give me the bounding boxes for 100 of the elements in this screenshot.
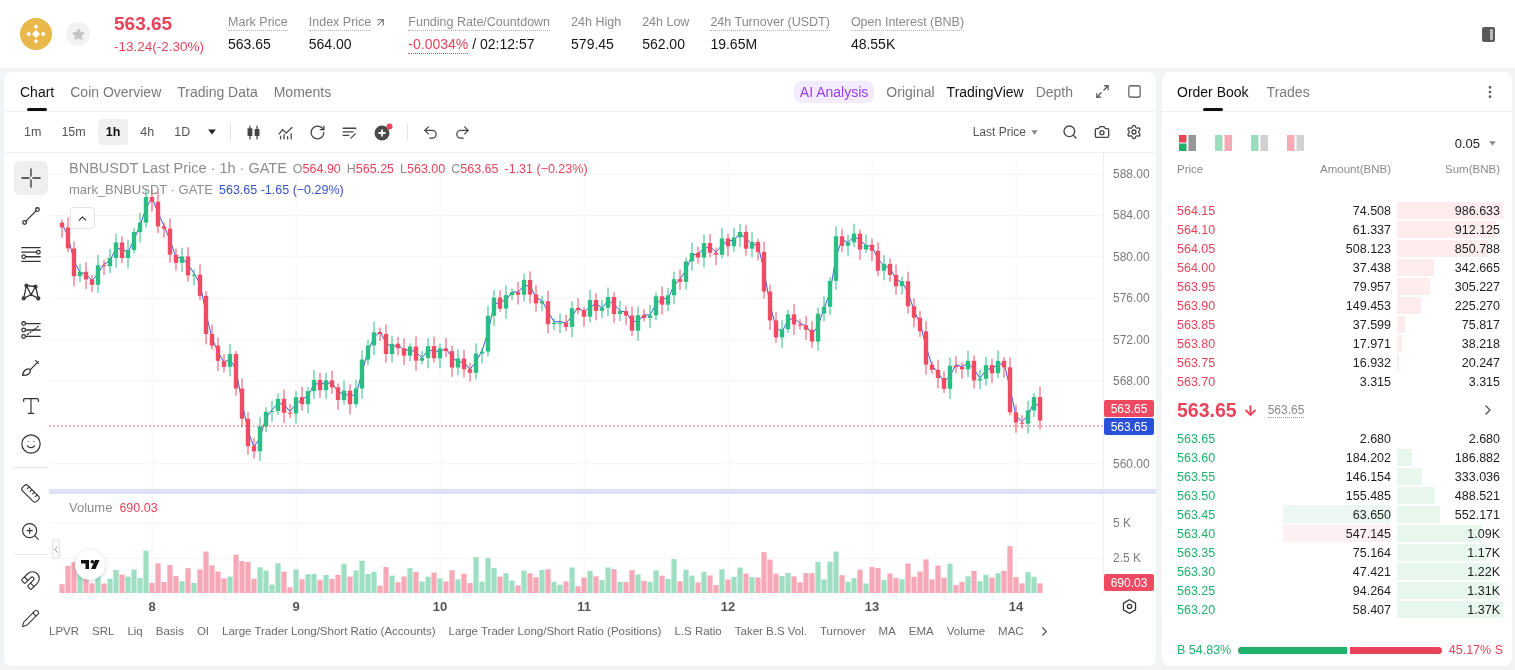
- sum-value: 1.09K: [1467, 526, 1500, 541]
- view-tab[interactable]: TradingView: [946, 83, 1024, 100]
- stat-label[interactable]: Index Price: [308, 14, 372, 31]
- ohlc-value: H565.25: [346, 162, 395, 176]
- bid-price: 563.35: [1177, 545, 1217, 560]
- sum-value: 1.31K: [1467, 583, 1500, 598]
- sum-value: 1.22K: [1467, 564, 1500, 579]
- amount-value: 94.264: [1352, 583, 1391, 598]
- indicator-link[interactable]: Liq: [127, 625, 143, 637]
- chart-tab[interactable]: Chart: [20, 72, 55, 112]
- indicator-link[interactable]: SRL: [92, 625, 115, 637]
- view-tab[interactable]: Original: [886, 83, 935, 100]
- refresh-icon[interactable]: [309, 123, 327, 141]
- buy-ratio: B 54.83%: [1177, 643, 1232, 657]
- stat-label[interactable]: Mark Price: [228, 14, 288, 31]
- order-book-tab[interactable]: Trades: [1266, 72, 1310, 112]
- indicator-link[interactable]: L.S Ratio: [674, 625, 722, 637]
- add-circle-icon[interactable]: [373, 123, 394, 141]
- ai-analysis-tab[interactable]: AI Analysis: [793, 80, 875, 103]
- volume-label: Volume: [69, 500, 113, 515]
- fib-lines-icon: [19, 319, 42, 341]
- indicator-link[interactable]: MAC: [998, 625, 1024, 637]
- indicator-link[interactable]: LPVR: [49, 625, 80, 637]
- ruler-icon: [20, 482, 41, 504]
- bid-price: 563.55: [1177, 469, 1217, 484]
- stat-label[interactable]: Funding Rate/Countdown: [408, 14, 551, 31]
- symbol-title: BNBUSDT Last Price · 1h · GATE: [69, 160, 287, 176]
- chart-tab[interactable]: Trading Data: [177, 72, 258, 112]
- bid-price: 563.50: [1177, 488, 1217, 503]
- stacked-layout-icon[interactable]: [1179, 135, 1196, 151]
- column-header: Sum(BNB): [1445, 163, 1501, 175]
- mid-price: 563.65: [1177, 398, 1237, 422]
- bid-price: 563.25: [1177, 583, 1217, 598]
- interval-tab[interactable]: 1h: [97, 119, 129, 145]
- chart-tab[interactable]: Moments: [273, 72, 332, 112]
- expand-icon[interactable]: [1095, 84, 1110, 99]
- sum-value: 2.680: [1468, 431, 1500, 446]
- interval-tab[interactable]: 1D: [166, 119, 199, 145]
- indicator-link[interactable]: EMA: [908, 625, 934, 637]
- volume-axis-label: 2.5 K: [1113, 551, 1142, 565]
- indicator-link[interactable]: MA: [878, 625, 896, 637]
- amount-value: 75.164: [1352, 545, 1391, 560]
- sum-value: 38.218: [1461, 336, 1500, 351]
- stat-label[interactable]: 24h Turnover (USDT): [710, 14, 830, 31]
- time-axis-label: 14: [1008, 599, 1024, 614]
- sum-value: 912.125: [1454, 222, 1500, 237]
- stat-value: 564.00: [308, 35, 352, 53]
- undo-icon[interactable]: [422, 123, 440, 141]
- view-tab[interactable]: Depth: [1035, 83, 1073, 100]
- ask-price: 563.80: [1177, 336, 1217, 351]
- ask-price: 563.75: [1177, 355, 1217, 370]
- interval-tab[interactable]: 1m: [16, 119, 50, 145]
- time-axis-label: 12: [720, 599, 736, 614]
- sum-value: 75.817: [1461, 317, 1500, 332]
- search-icon[interactable]: [1062, 124, 1078, 140]
- stat-label: 24h Low: [642, 14, 690, 31]
- indicator-link[interactable]: Taker B.S Vol.: [734, 625, 807, 637]
- stat-value: 562.00: [642, 35, 685, 53]
- caret-down-icon[interactable]: [208, 129, 217, 135]
- drawing-tool-button[interactable]: [13, 161, 48, 195]
- indicator-link[interactable]: Basis: [155, 625, 184, 637]
- arrow-down-icon: [1242, 402, 1258, 418]
- countdown-timer: / 02:12:57: [472, 35, 535, 53]
- price-source-select[interactable]: Last Price: [972, 125, 1038, 139]
- amount-value: 47.421: [1352, 564, 1391, 579]
- sum-value: 333.036: [1454, 469, 1500, 484]
- price-change: -13.24(-2.30%): [114, 38, 205, 55]
- indicator-link[interactable]: Volume: [946, 625, 986, 637]
- camera-icon[interactable]: [1094, 124, 1110, 140]
- trend-line-icon: [19, 205, 42, 227]
- amount-value: 155.485: [1345, 488, 1391, 503]
- hexagon-icon[interactable]: [1121, 598, 1138, 615]
- time-axis-label: 10: [432, 599, 448, 614]
- ask-price: 563.85: [1177, 317, 1217, 332]
- sum-value: 1.17K: [1467, 545, 1500, 560]
- precision-select[interactable]: 0.05: [1454, 135, 1496, 151]
- price-axis-label: 580.00: [1113, 249, 1150, 264]
- interval-tab[interactable]: 15m: [53, 119, 94, 145]
- indicator-link[interactable]: Turnover: [820, 625, 866, 637]
- notebook-icon[interactable]: [1482, 26, 1495, 42]
- indicator-link[interactable]: OI: [196, 625, 210, 637]
- redo-icon[interactable]: [454, 123, 472, 141]
- amount-value: 547.145: [1345, 526, 1391, 541]
- amount-value: 2.680: [1359, 431, 1391, 446]
- bid-price: 563.40: [1177, 526, 1217, 541]
- collapse-handle[interactable]: [52, 539, 60, 559]
- order-book-tab[interactable]: Order Book: [1177, 72, 1249, 112]
- square-icon[interactable]: [1127, 84, 1142, 99]
- interval-tab[interactable]: 4h: [132, 119, 163, 145]
- collapse-button[interactable]: [70, 207, 95, 229]
- indicator-link[interactable]: Large Trader Long/Short Ratio (Accounts): [222, 625, 436, 637]
- stat-label[interactable]: Open Interest (BNB): [850, 14, 965, 31]
- column-header: Amount(BNB): [1320, 163, 1391, 175]
- price-change: -1.31 (−0.23%): [504, 162, 588, 176]
- ask-price: 563.70: [1177, 374, 1217, 389]
- indicator-link[interactable]: Large Trader Long/Short Ratio (Positions): [448, 625, 662, 637]
- price-axis-label: 560.00: [1113, 456, 1150, 471]
- settings-icon[interactable]: [1126, 124, 1142, 140]
- sum-value: 552.171: [1454, 507, 1500, 522]
- chart-tab[interactable]: Coin Overview: [70, 72, 162, 112]
